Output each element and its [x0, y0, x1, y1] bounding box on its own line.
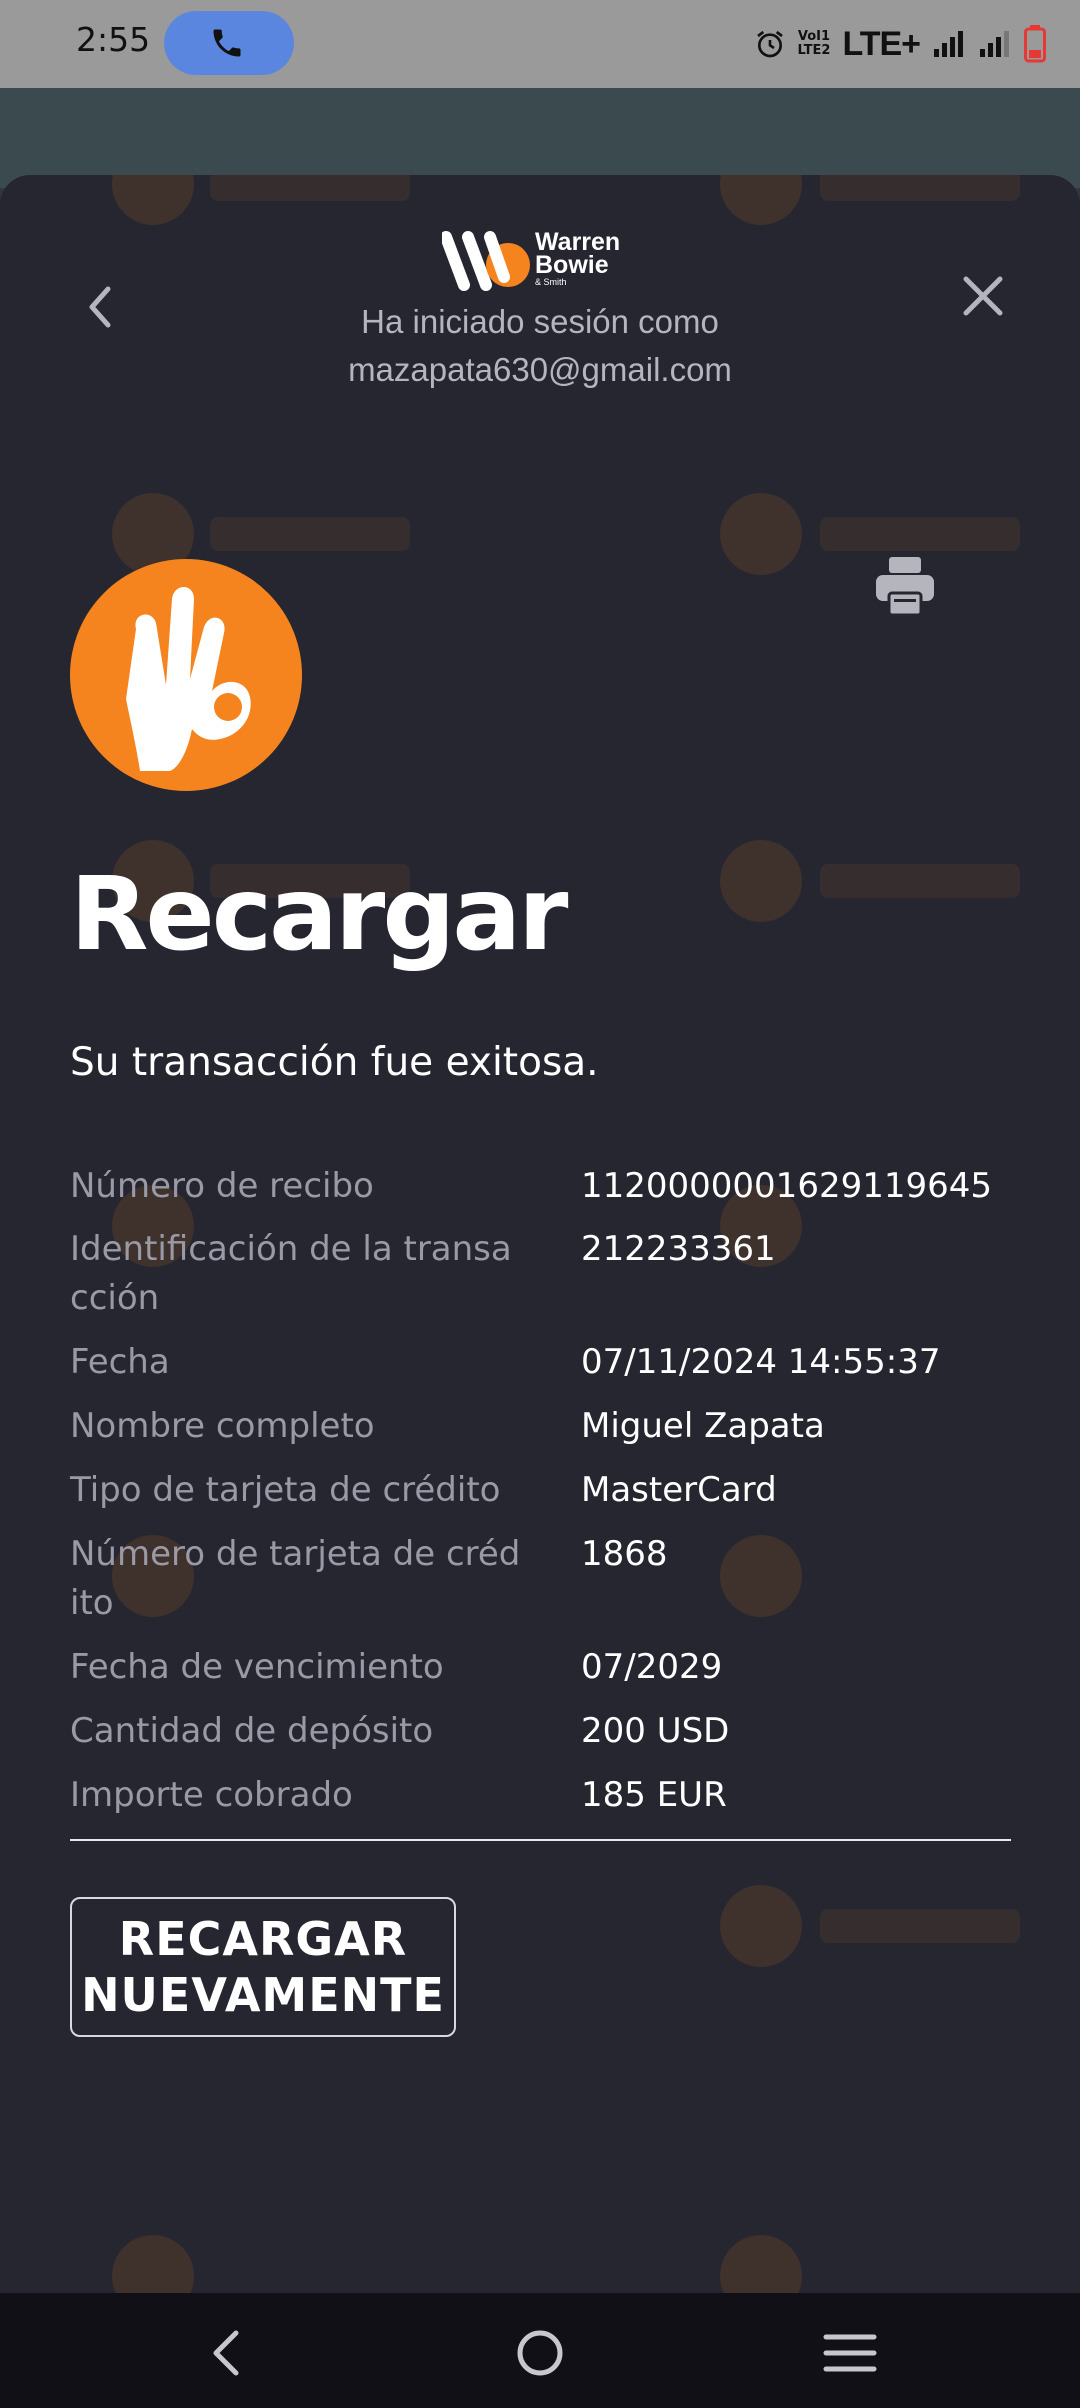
detail-label: Nombre completo [70, 1406, 375, 1446]
detail-value: 212233361 [581, 1229, 776, 1269]
detail-label: Fecha de vencimiento [70, 1647, 444, 1687]
system-nav-bar [0, 2293, 1080, 2408]
volte-icon: VoI1 LTE2 [798, 30, 831, 58]
nav-home-icon[interactable] [510, 2323, 570, 2383]
phone-call-icon [213, 29, 241, 57]
watermark-logo [720, 2235, 802, 2293]
detail-label: Cantidad de depósito [70, 1711, 434, 1751]
ongoing-call-pill[interactable] [164, 11, 294, 75]
success-message: Su transacción fue exitosa. [70, 1040, 599, 1085]
volte-line-1: VoI1 [797, 29, 831, 44]
watermark-logo [720, 1885, 802, 1967]
watermark-logo [820, 1909, 1020, 1943]
brand-name: Warren Bowie & Smith [535, 230, 620, 288]
alarm-icon [756, 30, 783, 58]
watermark-logo [720, 493, 802, 575]
brand-mark-icon [442, 231, 530, 291]
watermark-logo [820, 175, 1020, 201]
detail-value: 185 EUR [581, 1775, 727, 1815]
status-icons: VoI1 LTE2 LTE+ [754, 18, 1046, 70]
volte-line-2: LTE2 [797, 43, 831, 58]
detail-value: 1868 [581, 1534, 668, 1574]
detail-label: Importe cobrado [70, 1775, 353, 1815]
ok-hand-icon [126, 587, 251, 771]
watermark-logo [112, 2235, 194, 2293]
page-title: Recargar [70, 855, 568, 974]
battery-low-icon [1024, 25, 1046, 63]
detail-value: 07/11/2024 14:55:37 [581, 1342, 941, 1382]
brand-line-2: Bowie [535, 251, 609, 279]
network-type: LTE+ [842, 24, 921, 63]
success-badge [70, 559, 302, 791]
watermark-logo [720, 175, 802, 225]
watermark-logo [210, 175, 410, 201]
watermark-logo [820, 864, 1020, 898]
detail-label: Tipo de tarjeta de crédito [70, 1470, 501, 1510]
receipt-sheet: Warren Bowie & Smith Ha iniciado sesión … [0, 175, 1080, 2293]
details-divider [70, 1839, 1011, 1841]
detail-value: 07/2029 [581, 1647, 723, 1687]
recharge-again-button[interactable]: RECARGAR NUEVAMENTE [70, 1897, 456, 2037]
session-email: mazapata630@gmail.com [348, 351, 732, 388]
nav-back-icon[interactable] [198, 2323, 258, 2383]
page-backdrop [0, 88, 1080, 188]
detail-value: 200 USD [581, 1711, 730, 1751]
signal-icon [980, 31, 1009, 57]
session-label: Ha iniciado sesión como [361, 303, 719, 340]
recharge-again-label: RECARGAR NUEVAMENTE [81, 1912, 445, 2022]
watermark-logo [720, 840, 802, 922]
status-time: 2:55 [76, 20, 151, 59]
detail-value: MasterCard [581, 1470, 777, 1510]
detail-value: Miguel Zapata [581, 1406, 825, 1446]
printer-icon[interactable] [874, 555, 936, 617]
status-bar: 2:55 VoI1 LTE2 LTE+ [0, 0, 1080, 88]
signal-icon [934, 31, 963, 57]
watermark-logo [720, 1535, 802, 1617]
detail-value: 1120000001629119645 [581, 1166, 993, 1206]
nav-menu-icon[interactable] [820, 2323, 880, 2383]
detail-label: Número de recibo [70, 1166, 374, 1206]
watermark-logo [112, 175, 194, 225]
detail-label: Fecha [70, 1342, 170, 1382]
brand-logo: Warren Bowie & Smith [442, 227, 642, 297]
watermark-logo [210, 517, 410, 551]
detail-label: Identificación de la transa cción [70, 1229, 512, 1318]
watermark-logo [820, 517, 1020, 551]
detail-label: Número de tarjeta de créd ito [70, 1534, 521, 1623]
